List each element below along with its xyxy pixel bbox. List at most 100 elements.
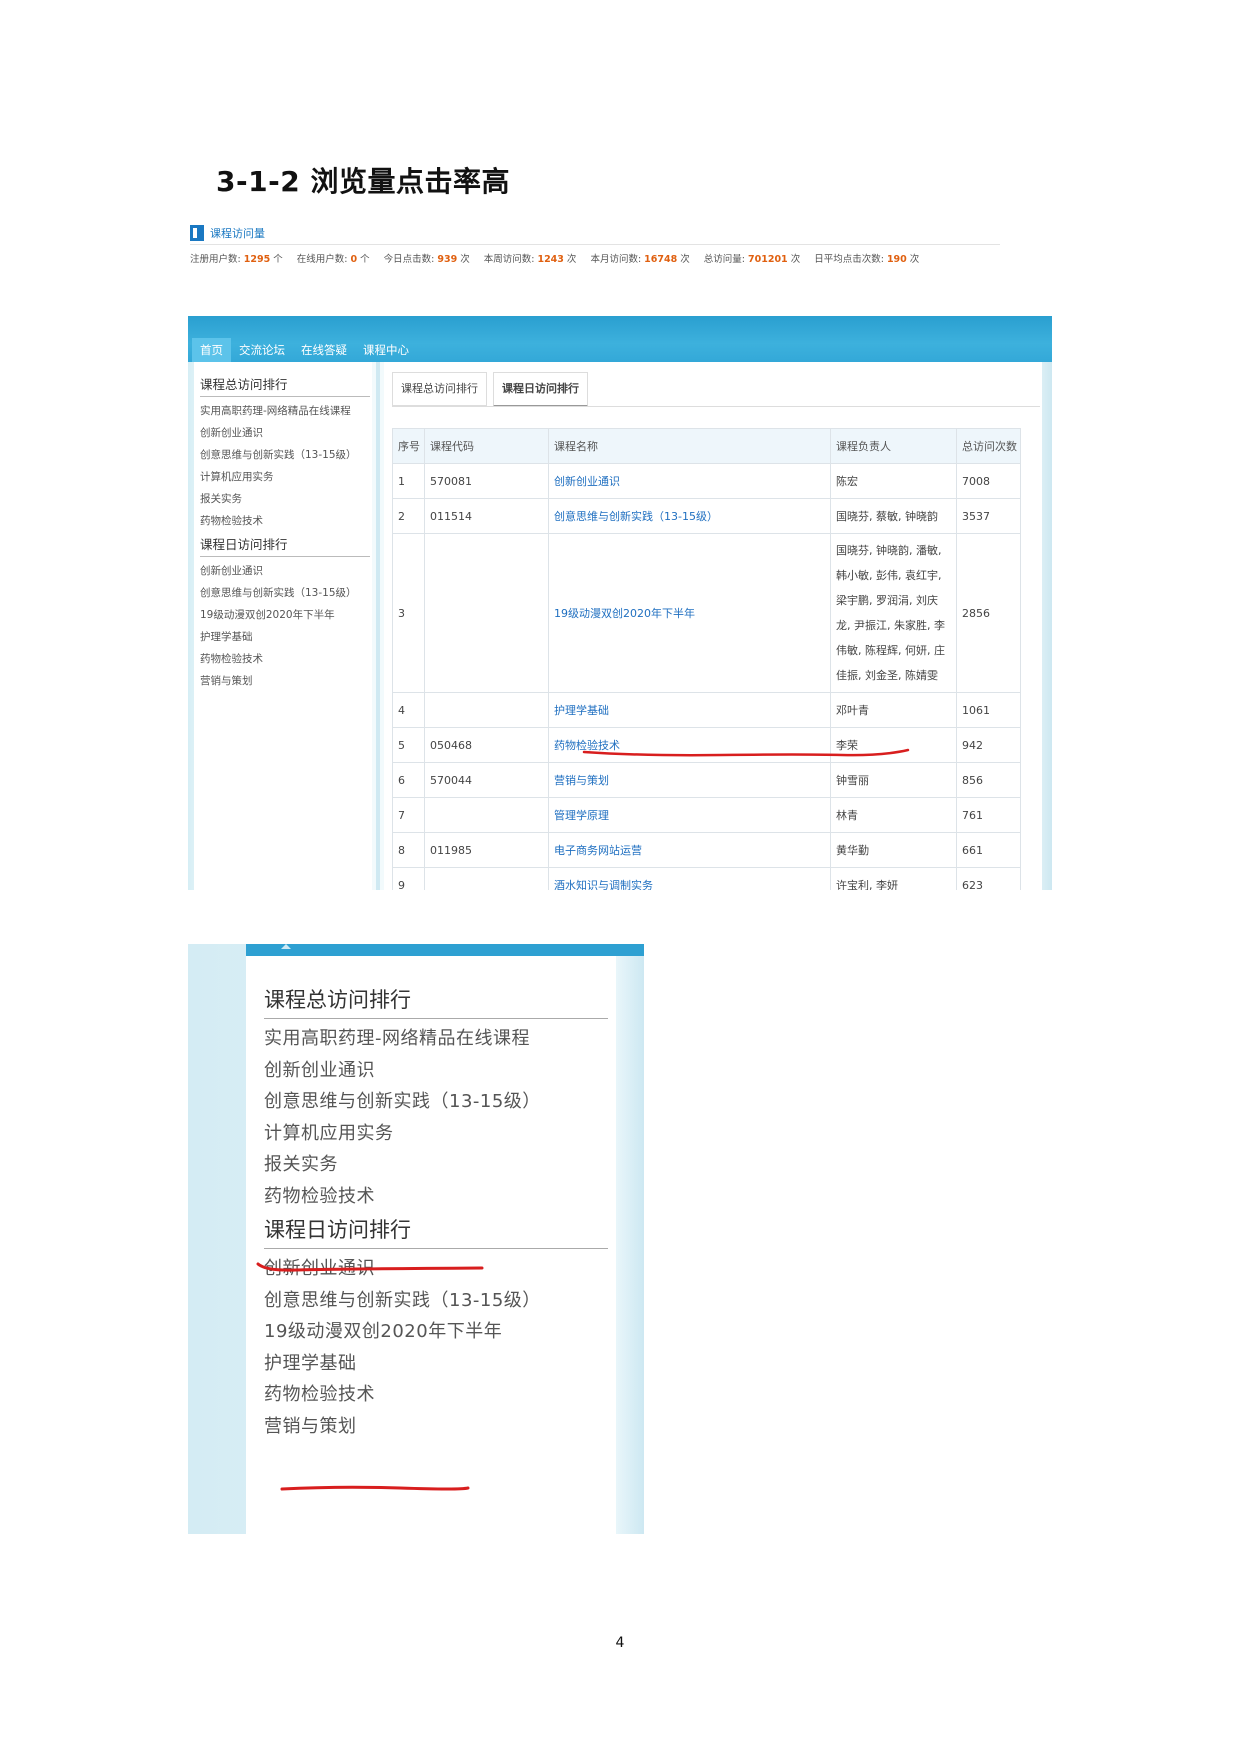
sidebar-course-link[interactable]: 药物检验技术 [264, 1181, 584, 1213]
zoomed-sidebar: 课程总访问排行 实用高职药理-网络精品在线课程 创新创业通识 创意思维与创新实践（1… [246, 956, 616, 1534]
column-header: 总访问次数 [956, 428, 1021, 464]
stat-label: 日平均点击次数: [814, 254, 887, 265]
course-owner: 许宝利, 李妍 [830, 867, 957, 890]
zoom-daily-list: 创新创业通识 创意思维与创新实践（13-15级） 19级动漫双创2020年下半年 护理… [264, 1253, 616, 1442]
sidebar-course-link[interactable]: 实用高职药理-网络精品在线课程 [264, 1023, 584, 1055]
stat-value: 190 [886, 254, 907, 265]
stat-label: 本月访问数: [590, 254, 645, 265]
stat-unit: 次 [787, 254, 801, 265]
sidebar-zoom-screenshot: 课程总访问排行 实用高职药理-网络精品在线课程 创新创业通识 创意思维与创新实践（1… [188, 944, 644, 1534]
ranking-tabs: 课程总访问排行 课程日访问排行 [392, 372, 588, 407]
course-name-link[interactable]: 酒水知识与调制实务 [548, 867, 831, 890]
course-name-link[interactable]: 19级动漫双创2020年下半年 [548, 533, 831, 693]
nav-forum[interactable]: 交流论坛 [231, 338, 293, 362]
course-name-link[interactable]: 护理学基础 [548, 692, 831, 728]
sidebar-course-link[interactable]: 实用高职药理-网络精品在线课程 [200, 400, 366, 422]
visit-count: 7008 [956, 463, 1021, 499]
ranking-table: 序号 课程代码 课程名称 课程负责人 总访问次数 1 570081 创新创业通识 陈宏 7008… [392, 428, 1021, 890]
table-row: 1 570081 创新创业通识 陈宏 7008 [392, 463, 1021, 499]
stat-label: 在线用户数: [296, 254, 351, 265]
course-owner: 陈宏 [830, 463, 957, 499]
sidebar-daily-title: 课程日访问排行 [200, 534, 370, 557]
course-code: 050468 [424, 727, 549, 763]
course-name-link[interactable]: 管理学原理 [548, 797, 831, 833]
column-header: 序号 [392, 428, 425, 464]
header-bar-fragment [246, 944, 644, 956]
course-code: 570081 [424, 463, 549, 499]
course-code [424, 533, 549, 693]
stat-item: 本月访问数: 16748 次 [590, 251, 689, 265]
row-index: 4 [392, 692, 425, 728]
site-header-bar: 首页 交流论坛 在线答疑 课程中心 [188, 316, 1052, 362]
tab-daily-ranking[interactable]: 课程日访问排行 [493, 372, 588, 407]
ranking-sidebar: 课程总访问排行 实用高职药理-网络精品在线课程 创新创业通识 创意思维与创新实践（1… [194, 362, 372, 890]
sidebar-course-link[interactable]: 报关实务 [200, 488, 366, 510]
column-divider [376, 362, 380, 890]
site-screenshot-rankings: 首页 交流论坛 在线答疑 课程中心 课程总访问排行 实用高职药理-网络精品在线课… [188, 316, 1052, 890]
table-row: 4 护理学基础 邓叶青 1061 [392, 692, 1021, 728]
sidebar-course-link[interactable]: 创新创业通识 [200, 422, 366, 444]
row-index: 2 [392, 498, 425, 534]
book-icon [190, 225, 204, 241]
nav-qa[interactable]: 在线答疑 [293, 338, 355, 362]
red-underline-mark [280, 1485, 470, 1491]
course-name-link[interactable]: 电子商务网站运营 [548, 832, 831, 868]
sidebar-course-link[interactable]: 计算机应用实务 [200, 466, 366, 488]
sidebar-course-link[interactable]: 药物检验技术 [200, 510, 366, 532]
stat-unit: 个 [357, 254, 370, 265]
course-owner: 林青 [830, 797, 957, 833]
sidebar-course-link[interactable]: 药物检验技术 [264, 1379, 584, 1411]
sidebar-course-link[interactable]: 创意思维与创新实践（13-15级） [200, 582, 366, 604]
row-index: 9 [392, 867, 425, 890]
nav-home[interactable]: 首页 [192, 338, 231, 362]
sidebar-course-link[interactable]: 护理学基础 [200, 626, 366, 648]
stat-unit: 个 [270, 254, 283, 265]
row-index: 7 [392, 797, 425, 833]
nav-course-center[interactable]: 课程中心 [355, 338, 417, 362]
zoom-daily-title: 课程日访问排行 [264, 1214, 608, 1249]
sidebar-course-link[interactable]: 报关实务 [264, 1149, 584, 1181]
sidebar-course-link[interactable]: 计算机应用实务 [264, 1118, 584, 1150]
sidebar-course-link[interactable]: 营销与策划 [200, 670, 366, 692]
sidebar-course-link[interactable]: 19级动漫双创2020年下半年 [200, 604, 366, 626]
sidebar-course-link[interactable]: 创意思维与创新实践（13-15级） [200, 444, 366, 466]
course-name-link[interactable]: 创新创业通识 [548, 463, 831, 499]
stat-label: 今日点击数: [383, 254, 438, 265]
stat-unit: 次 [906, 254, 920, 265]
stat-item: 日平均点击次数: 190 次 [814, 251, 919, 265]
visit-count: 2856 [956, 533, 1021, 693]
course-name-link[interactable]: 营销与策划 [548, 762, 831, 798]
sidebar-course-link[interactable]: 营销与策划 [264, 1411, 584, 1443]
stat-item: 本周访问数: 1243 次 [484, 251, 577, 265]
course-owner: 钟雪丽 [830, 762, 957, 798]
table-row: 7 管理学原理 林青 761 [392, 797, 1021, 833]
course-code: 570044 [424, 762, 549, 798]
row-index: 1 [392, 463, 425, 499]
sidebar-total-list: 实用高职药理-网络精品在线课程 创新创业通识 创意思维与创新实践（13-15级） 计算… [200, 400, 372, 532]
tab-total-ranking[interactable]: 课程总访问排行 [392, 372, 487, 406]
course-owner: 国晓芬, 蔡敏, 钟晓韵 [830, 498, 957, 534]
sidebar-course-link[interactable]: 药物检验技术 [200, 648, 366, 670]
stat-item: 今日点击数: 939 次 [384, 251, 470, 265]
sidebar-course-link[interactable]: 创意思维与创新实践（13-15级） [264, 1086, 584, 1118]
table-row: 3 19级动漫双创2020年下半年 国晓芬, 钟晓韵, 潘敏, 韩小敏, 彭伟, 袁… [392, 533, 1021, 693]
sidebar-course-link[interactable]: 创意思维与创新实践（13-15级） [264, 1285, 584, 1317]
sidebar-course-link[interactable]: 创新创业通识 [264, 1055, 584, 1087]
sidebar-course-link[interactable]: 护理学基础 [264, 1348, 584, 1380]
stat-unit: 次 [563, 254, 577, 265]
stat-value: 1243 [537, 254, 564, 265]
course-name-link[interactable]: 创意思维与创新实践（13-15级） [548, 498, 831, 534]
sidebar-total-title: 课程总访问排行 [200, 374, 370, 397]
stat-label: 总访问量: [703, 254, 748, 265]
sidebar-course-link[interactable]: 创新创业通识 [200, 560, 366, 582]
visit-count: 623 [956, 867, 1021, 890]
row-index: 6 [392, 762, 425, 798]
stat-label: 本周访问数: [483, 254, 538, 265]
column-header: 课程名称 [548, 428, 831, 464]
visit-count: 942 [956, 727, 1021, 763]
ranking-main: 课程总访问排行 课程日访问排行 序号 课程代码 课程名称 课程负责人 总访问次数 1 57… [384, 362, 1042, 890]
stat-unit: 次 [457, 254, 470, 265]
course-code [424, 692, 549, 728]
row-index: 3 [392, 533, 425, 693]
sidebar-course-link[interactable]: 19级动漫双创2020年下半年 [264, 1316, 584, 1348]
